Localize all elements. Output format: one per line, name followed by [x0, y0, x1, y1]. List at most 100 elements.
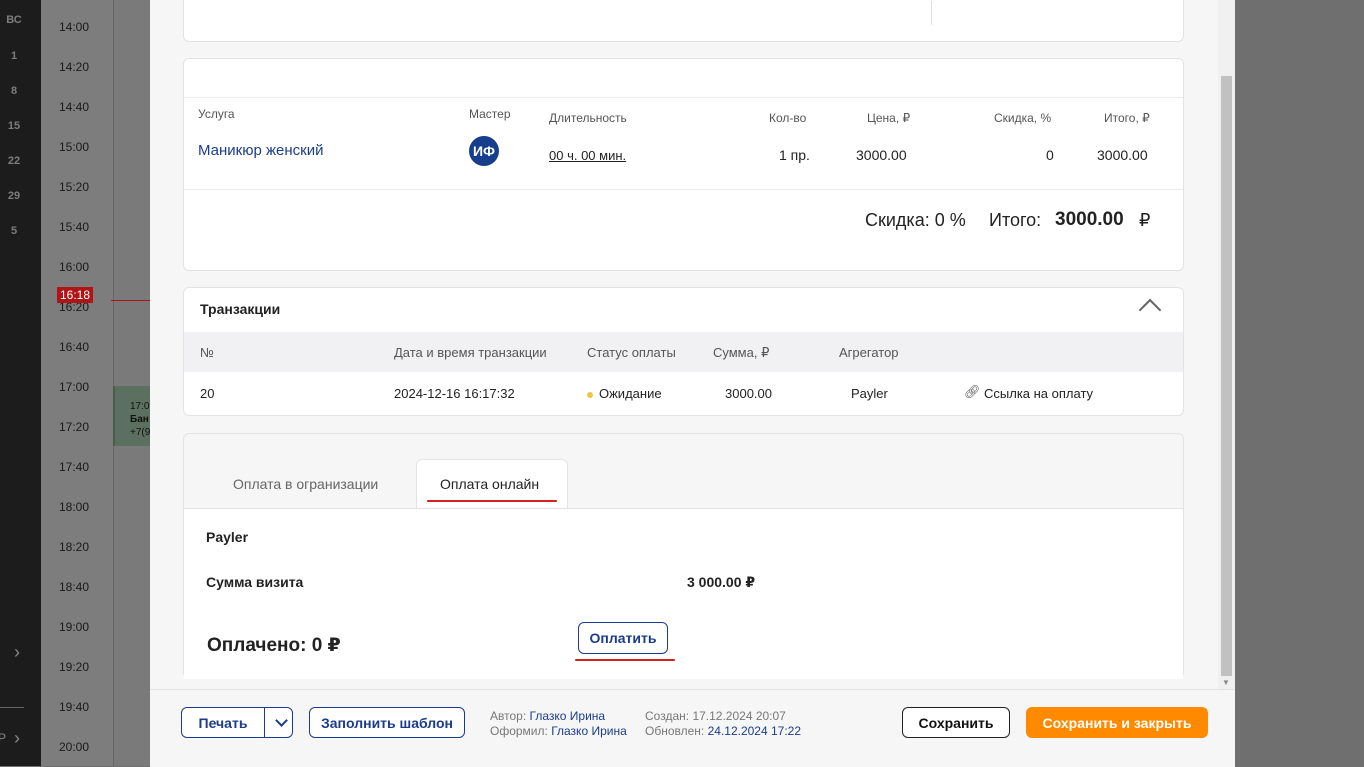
- column-header-total: Итого, ₽: [1104, 111, 1150, 125]
- payment-link[interactable]: Ссылка на оплату: [984, 386, 1093, 401]
- visit-sum-label: Сумма визита: [206, 574, 304, 590]
- column-header-master: Мастер: [469, 107, 511, 121]
- transaction-aggregator: Payler: [851, 386, 888, 401]
- fill-template-button[interactable]: Заполнить шаблон: [309, 707, 465, 738]
- time-label: 15:20: [59, 180, 90, 194]
- column-header-price: Цена, ₽: [867, 111, 911, 125]
- overlay-backdrop: [1235, 0, 1364, 766]
- updated-meta: Обновлен: 24.12.2024 17:22: [645, 724, 801, 738]
- week-label[interactable]: 5: [0, 225, 28, 237]
- save-button[interactable]: Сохранить: [902, 707, 1010, 738]
- time-label: 18:20: [59, 540, 90, 554]
- issued-name: Глазко Ирина: [551, 724, 627, 738]
- time-label: 19:00: [59, 620, 90, 634]
- scrollbar-thumb[interactable]: [1221, 76, 1232, 676]
- status-dot-icon: [587, 392, 593, 398]
- print-options-button[interactable]: [264, 707, 293, 738]
- tab-payment-in-org[interactable]: Оплата в огранизации: [233, 476, 378, 492]
- created-label: Создан:: [645, 709, 690, 723]
- transaction-datetime: 2024-12-16 16:17:32: [394, 386, 515, 401]
- week-label[interactable]: 15: [0, 120, 28, 132]
- column-header-aggregator: Агрегатор: [839, 345, 899, 360]
- service-name-link[interactable]: Маникюр женский: [198, 142, 323, 159]
- issued-meta: Оформил: Глазко Ирина: [490, 724, 627, 738]
- time-column: 14:00 14:20 14:40 15:00 15:20 15:40 16:0…: [41, 0, 113, 766]
- pay-button[interactable]: Оплатить: [578, 622, 668, 654]
- author-meta: Автор: Глазко Ирина: [490, 709, 605, 723]
- total-value: 3000.00: [1055, 209, 1124, 230]
- chevron-right-icon[interactable]: ›: [14, 728, 20, 749]
- service-total: 3000.00: [1097, 147, 1148, 163]
- grid-line: [113, 0, 114, 766]
- services-card: Услуга Мастер Длительность Кол-во Цена, …: [183, 58, 1184, 271]
- link-icon: 🔗︎: [964, 384, 981, 399]
- scroll-down-icon[interactable]: ▼: [1222, 678, 1230, 687]
- author-label: Автор:: [490, 709, 527, 723]
- payment-online-pane: Payler Сумма визита 3 000.00 ₽ Оплачено:…: [184, 508, 1183, 679]
- divider: [184, 189, 1183, 190]
- payment-card: Оплата в огранизации Оплата онлайн Payle…: [183, 433, 1184, 679]
- week-label[interactable]: 22: [0, 155, 28, 167]
- transactions-table-header: № Дата и время транзакции Статус оплаты …: [184, 332, 1183, 372]
- master-avatar[interactable]: ИФ: [469, 136, 499, 166]
- current-time-line: [111, 300, 151, 301]
- time-label: 19:40: [59, 700, 90, 714]
- time-label: 18:00: [59, 500, 90, 514]
- chevron-right-icon[interactable]: ›: [14, 642, 20, 663]
- time-label: 15:00: [59, 140, 90, 154]
- transaction-num: 20: [200, 386, 215, 401]
- divider: [184, 97, 1183, 98]
- time-label: 14:40: [59, 100, 90, 114]
- left-sidebar: ВС 1 8 15 22 29 5 › › Р: [0, 0, 41, 766]
- modal-scroll-area: Услуга Мастер Длительность Кол-во Цена, …: [150, 0, 1218, 689]
- week-label[interactable]: 29: [0, 190, 28, 202]
- column-header-amount: Сумма, ₽: [713, 345, 770, 360]
- modal-footer: Печать Заполнить шаблон Автор: Глазко Ир…: [150, 689, 1235, 767]
- column-header-qty: Кол-во: [769, 111, 807, 125]
- created-date: 17.12.2024 20:07: [692, 709, 786, 723]
- time-label: 20:00: [59, 740, 90, 754]
- column-header-datetime: Дата и время транзакции: [394, 345, 547, 360]
- service-qty: 1 пр.: [779, 147, 810, 163]
- issued-label: Оформил:: [490, 724, 548, 738]
- column-header-status: Статус оплаты: [587, 345, 676, 360]
- annotation-underline: [575, 659, 675, 661]
- time-label: 15:40: [59, 220, 90, 234]
- appointment-modal: Услуга Мастер Длительность Кол-во Цена, …: [150, 0, 1235, 767]
- save-and-close-button[interactable]: Сохранить и закрыть: [1026, 707, 1208, 738]
- current-time-badge: 16:18: [57, 287, 94, 303]
- time-label: 14:20: [59, 60, 90, 74]
- duration-link[interactable]: 00 ч. 00 мин.: [549, 148, 626, 163]
- scrollbar[interactable]: ▼: [1218, 0, 1235, 689]
- time-label: 16:00: [59, 260, 90, 274]
- print-button[interactable]: Печать: [181, 707, 265, 738]
- column-header-num: №: [200, 345, 214, 360]
- tab-payment-online-label: Оплата онлайн: [440, 476, 540, 492]
- total-currency: ₽: [1139, 210, 1151, 230]
- weekday-label: ВС: [6, 14, 22, 26]
- visit-sum-value: 3 000.00 ₽: [687, 574, 756, 590]
- week-label[interactable]: 1: [0, 50, 28, 62]
- calendar-event[interactable]: 17:0 Бан +7(9: [113, 386, 151, 446]
- time-label: 14:00: [59, 20, 90, 34]
- divider: [0, 707, 24, 708]
- column-header-service: Услуга: [198, 107, 235, 121]
- transaction-amount: 3000.00: [725, 386, 772, 401]
- week-label[interactable]: 8: [0, 85, 28, 97]
- updated-date: 24.12.2024 17:22: [707, 724, 802, 738]
- transactions-title: Транзакции: [200, 301, 281, 317]
- created-meta: Создан: 17.12.2024 20:07: [645, 709, 786, 723]
- service-price: 3000.00: [856, 147, 907, 163]
- chevron-up-icon[interactable]: [1138, 298, 1162, 322]
- transactions-card: Транзакции № Дата и время транзакции Ста…: [183, 287, 1184, 416]
- time-label: 17:20: [59, 420, 90, 434]
- time-label: 17:40: [59, 460, 90, 474]
- discount-summary: Скидка: 0 %: [865, 210, 966, 230]
- time-label: 19:20: [59, 660, 90, 674]
- service-discount: 0: [1046, 147, 1054, 163]
- divider: [931, 1, 932, 25]
- payment-provider: Payler: [206, 529, 249, 545]
- chevron-down-icon: [275, 714, 288, 727]
- transaction-status: Ожидание: [599, 386, 662, 401]
- time-label: 18:40: [59, 580, 90, 594]
